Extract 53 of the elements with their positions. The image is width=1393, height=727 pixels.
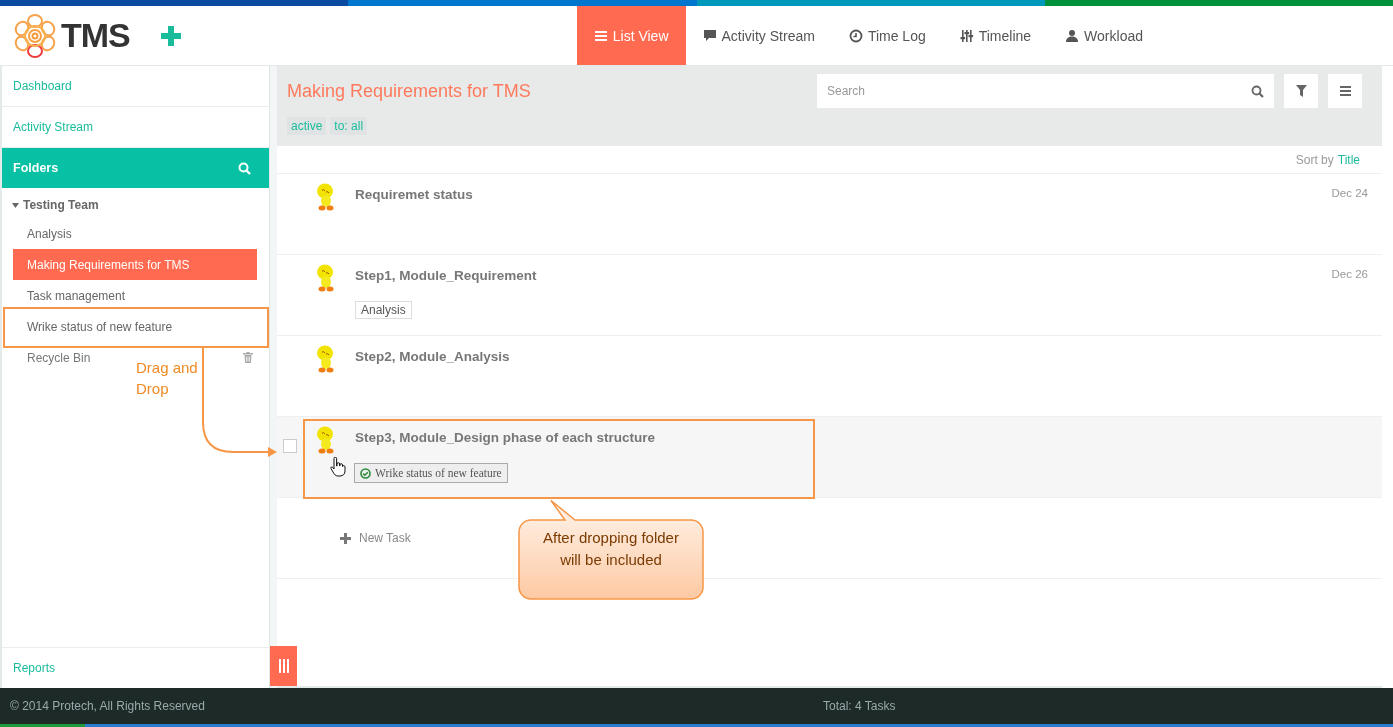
task-date: Dec 24: [1331, 187, 1368, 201]
nav-tab[interactable]: Activity Stream: [685, 6, 832, 65]
logo-text: TMS: [61, 16, 130, 55]
folder-item[interactable]: Task management: [13, 280, 257, 311]
sidebar-toggle-button[interactable]: [270, 646, 297, 686]
nav-tab[interactable]: Workload: [1048, 6, 1160, 65]
menu-icon: [1339, 86, 1351, 96]
task-title[interactable]: Step2, Module_Analysis: [355, 349, 1368, 378]
folder-item[interactable]: Making Requirements for TMS: [13, 249, 257, 280]
task-row[interactable]: Step3, Module_Design phase of each structure Wrike status of new feature: [277, 417, 1382, 498]
tree-node[interactable]: Testing Team: [2, 188, 269, 218]
search-icon[interactable]: [1251, 85, 1264, 98]
nav-tab[interactable]: Time Log: [831, 6, 943, 65]
caret-icon: [12, 202, 19, 208]
task-title[interactable]: Requiremet status: [355, 187, 1332, 216]
folders-title: Folders: [13, 161, 59, 175]
nav-tab[interactable]: List View: [576, 6, 686, 65]
sort-link[interactable]: Title: [1337, 152, 1360, 167]
hand-cursor-icon: [330, 457, 346, 477]
task-date: Dec 26: [1331, 268, 1368, 282]
menu-button[interactable]: [1328, 74, 1362, 108]
task-row[interactable]: Step1, Module_Requirement Dec 26 Analysis: [277, 255, 1382, 336]
comment-icon: [702, 28, 717, 43]
folder-tag[interactable]: Analysis: [355, 301, 412, 319]
check-circle-icon: [360, 467, 371, 479]
sort-label: Sort by: [1295, 152, 1334, 167]
folder-item[interactable]: Wrike status of new feature: [13, 311, 257, 342]
task-row[interactable]: Requiremet status Dec 24: [277, 174, 1382, 255]
folder-tag[interactable]: Wrike status of new feature: [354, 463, 508, 483]
task-title[interactable]: Step3, Module_Design phase of each structure: [355, 430, 1368, 459]
sliders-icon: [959, 28, 974, 43]
task-checkbox[interactable]: [283, 439, 297, 453]
search-field[interactable]: Search: [817, 74, 1274, 108]
recycle-bin-link[interactable]: Recycle Bin: [27, 350, 91, 365]
list-icon: [593, 28, 608, 43]
drag-and-drop-label: Drag and Drop: [136, 358, 199, 399]
user-icon: [1065, 28, 1080, 43]
add-button[interactable]: [159, 24, 182, 47]
columns-icon: [278, 659, 289, 673]
folder-item[interactable]: Analysis: [13, 218, 257, 249]
task-total: Total: 4 Tasks: [822, 699, 896, 713]
nav-tab[interactable]: Timeline: [942, 6, 1049, 65]
filter-icon: [1295, 85, 1307, 97]
copyright-text: © 2014 Protech, All Rights Reserved: [10, 699, 205, 713]
new-task-button[interactable]: New Task: [340, 531, 411, 545]
plus-icon: [340, 532, 351, 544]
filter-button[interactable]: [1284, 74, 1318, 108]
task-title[interactable]: Step1, Module_Requirement: [355, 268, 1332, 297]
callout-bubble: After dropping folder will be included: [518, 499, 704, 600]
clock-icon: [848, 28, 863, 43]
list-title: Making Requirements for TMS: [287, 80, 532, 102]
sidebar-link[interactable]: Dashboard: [2, 66, 269, 107]
trash-icon[interactable]: [243, 352, 253, 363]
